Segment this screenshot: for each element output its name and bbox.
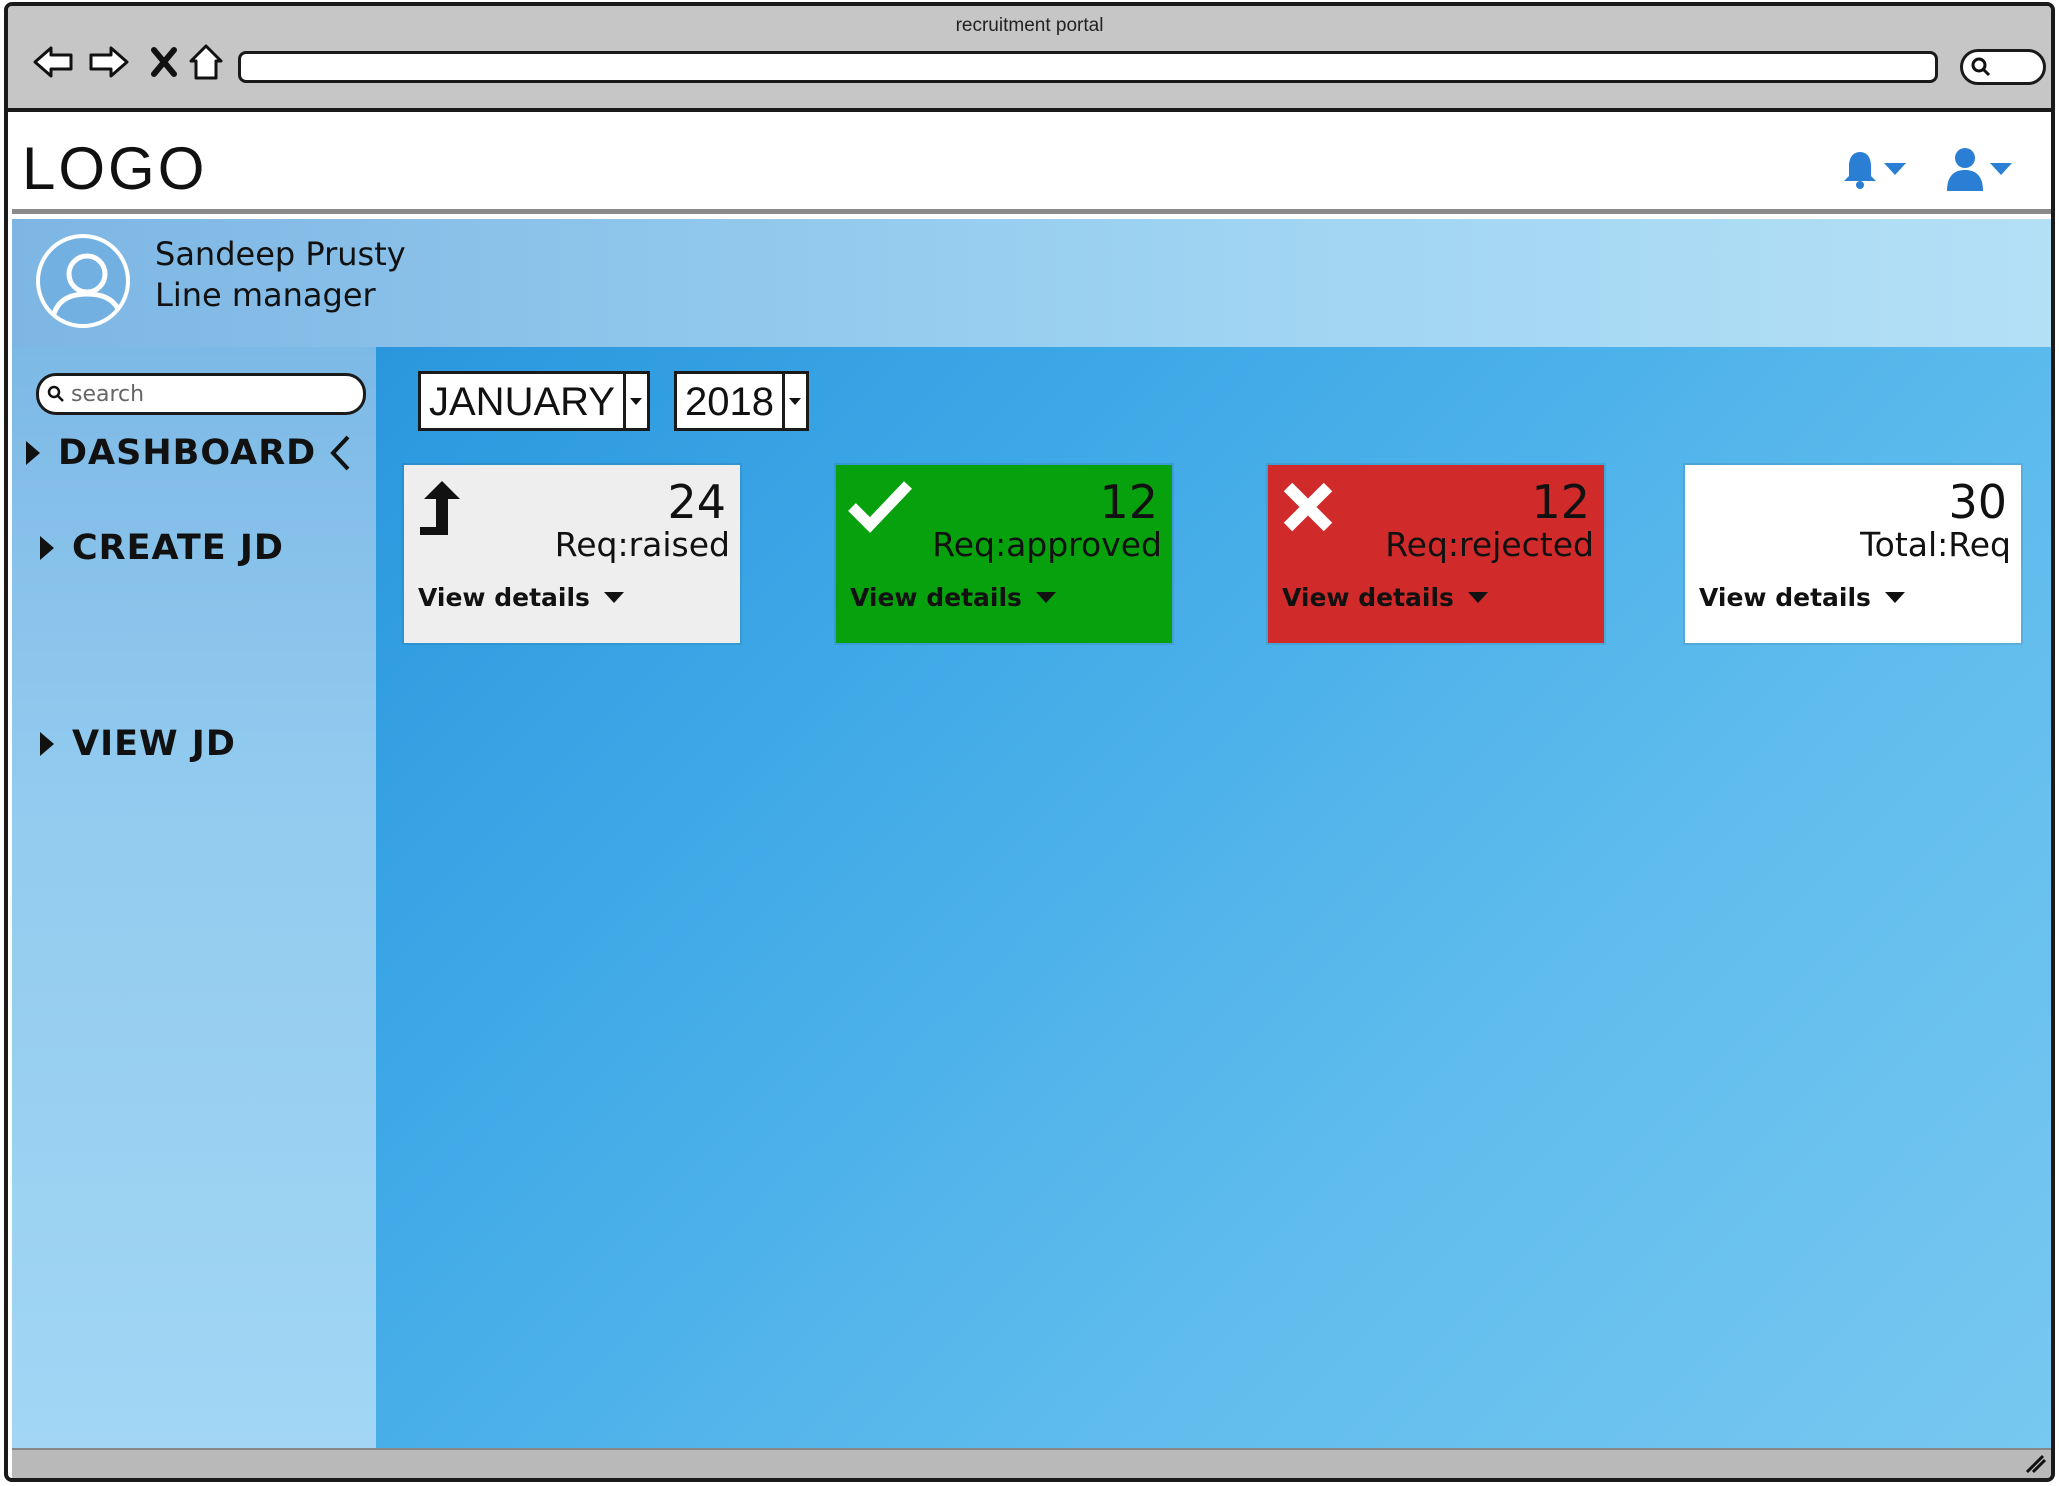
notifications-menu[interactable]: [1842, 146, 1906, 192]
main-content: Sandeep Prusty Line manager DASHBOARD CR…: [12, 219, 2051, 1456]
view-details-label: View details: [850, 583, 1022, 612]
view-details-link[interactable]: View details: [1699, 583, 1905, 612]
back-arrow-icon: [33, 46, 73, 78]
sidebar-item-view-jd[interactable]: VIEW JD: [40, 724, 236, 764]
window-title: recruitment portal: [955, 15, 1104, 36]
forward-button[interactable]: [86, 40, 130, 84]
chevron-left-icon: [330, 435, 350, 471]
chevron-down-icon: [1467, 592, 1488, 603]
card-value: 24: [667, 475, 726, 529]
user-profile-strip: Sandeep Prusty Line manager: [12, 219, 2051, 347]
card-value: 30: [1948, 475, 2007, 529]
browser-toolbar: recruitment portal: [8, 6, 2051, 112]
view-details-label: View details: [1282, 583, 1454, 612]
sidebar-item-label: CREATE JD: [72, 528, 284, 568]
chevron-down-icon: [1035, 592, 1056, 603]
year-select[interactable]: 2018: [674, 371, 809, 431]
sidebar-item-label: VIEW JD: [72, 724, 236, 764]
card-req-raised: 24 Req:raised View details: [404, 465, 740, 643]
sidebar: DASHBOARD CREATE JD VIEW JD: [12, 347, 376, 1456]
chevron-down-icon: [603, 592, 624, 603]
sidebar-item-dashboard[interactable]: DASHBOARD: [26, 433, 352, 473]
month-select-value: JANUARY: [429, 379, 615, 424]
user-icon: [1947, 148, 1983, 191]
sidebar-search[interactable]: [36, 373, 366, 415]
sidebar-item-create-jd[interactable]: CREATE JD: [40, 528, 284, 568]
search-input[interactable]: [71, 381, 341, 407]
chevron-down-icon: [1884, 592, 1905, 603]
dropdown-caret-icon: [781, 374, 806, 428]
app-header: LOGO: [12, 116, 2051, 214]
card-label: Req:approved: [932, 525, 1162, 564]
logo: LOGO: [22, 135, 208, 202]
triangle-right-icon: [40, 732, 54, 756]
user-role: Line manager: [155, 276, 376, 314]
card-req-approved: 12 Req:approved View details: [836, 465, 1172, 643]
stop-button[interactable]: [142, 40, 186, 84]
view-details-link[interactable]: View details: [418, 583, 624, 612]
avatar: [36, 234, 130, 328]
card-label: Req:raised: [554, 525, 730, 564]
card-req-rejected: 12 Req:rejected View details: [1268, 465, 1604, 643]
chevron-down-icon: [1990, 163, 2012, 175]
view-details-label: View details: [1699, 583, 1871, 612]
view-details-link[interactable]: View details: [1282, 583, 1488, 612]
card-label: Req:rejected: [1385, 525, 1594, 564]
home-icon: [189, 44, 223, 80]
close-icon: [151, 47, 177, 77]
triangle-right-icon: [26, 441, 40, 465]
view-details-label: View details: [418, 583, 590, 612]
chevron-down-icon: [1884, 163, 1906, 175]
card-value: 12: [1099, 475, 1158, 529]
year-select-value: 2018: [685, 379, 774, 424]
sidebar-item-label: DASHBOARD: [58, 433, 317, 473]
view-details-link[interactable]: View details: [850, 583, 1056, 612]
checkmark-icon: [848, 479, 912, 537]
bell-icon: [1844, 152, 1876, 189]
status-bar: [12, 1448, 2051, 1478]
x-mark-icon: [1280, 479, 1336, 539]
card-total-req: 30 Total:Req View details: [1685, 465, 2021, 643]
forward-arrow-icon: [89, 46, 129, 78]
card-value: 12: [1531, 475, 1590, 529]
arrow-up-turn-icon: [416, 479, 464, 545]
user-name: Sandeep Prusty: [155, 235, 406, 273]
back-button[interactable]: [32, 40, 76, 84]
month-select[interactable]: JANUARY: [418, 371, 650, 431]
user-avatar-icon: [49, 253, 125, 324]
browser-search-field[interactable]: [1960, 49, 2046, 85]
user-menu[interactable]: [1946, 146, 2012, 192]
card-label: Total:Req: [1860, 525, 2011, 564]
triangle-right-icon: [40, 536, 54, 560]
browser-window: recruitment portal LOGO Sandeep Prusty L…: [4, 2, 2055, 1482]
dropdown-caret-icon: [622, 374, 647, 428]
address-bar[interactable]: [238, 51, 1938, 83]
home-button[interactable]: [184, 40, 228, 84]
search-icon: [1971, 57, 1991, 77]
search-icon: [47, 385, 64, 402]
resize-grip-icon[interactable]: [2025, 1454, 2047, 1478]
